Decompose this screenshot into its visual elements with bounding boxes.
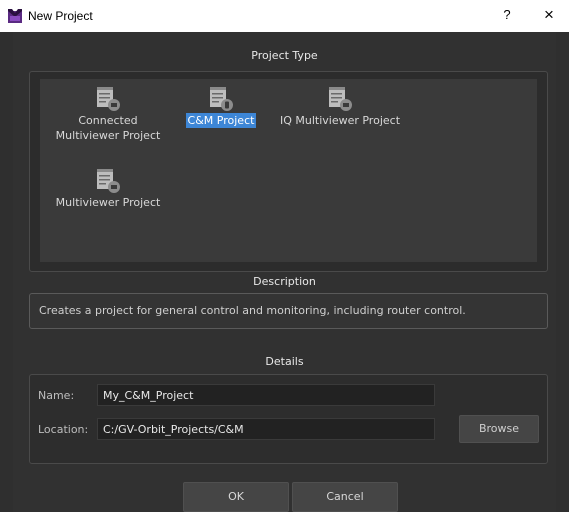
close-button[interactable]: × bbox=[540, 5, 558, 25]
project-type-item-connected-multiviewer[interactable]: Connected Multiviewer Project bbox=[48, 83, 168, 143]
name-input[interactable] bbox=[97, 384, 435, 406]
project-type-item-cm[interactable]: C&M Project bbox=[178, 83, 264, 128]
connected-multiviewer-project-icon bbox=[97, 87, 120, 111]
details-frame: Name: Location: Browse bbox=[29, 374, 548, 464]
project-type-label: IQ Multiviewer Project bbox=[279, 114, 401, 127]
project-type-item-multiviewer[interactable]: Multiviewer Project bbox=[48, 165, 168, 210]
multiviewer-project-icon bbox=[97, 169, 120, 193]
help-button[interactable]: ? bbox=[500, 7, 514, 25]
name-label: Name: bbox=[38, 389, 75, 402]
description-box: Creates a project for general control an… bbox=[29, 293, 548, 329]
project-type-label: C&M Project bbox=[185, 113, 257, 128]
title-bar: New Project ? × bbox=[0, 0, 569, 32]
new-project-dialog: Project Type Connected Multiviewer Proje… bbox=[13, 32, 556, 512]
location-label: Location: bbox=[38, 423, 89, 436]
iq-multiviewer-project-icon bbox=[329, 87, 352, 111]
project-type-label: Connected bbox=[78, 114, 138, 127]
browse-button[interactable]: Browse bbox=[459, 415, 539, 443]
project-type-label: Multiviewer Project bbox=[55, 196, 161, 209]
project-type-list: Connected Multiviewer Project C&M Projec… bbox=[40, 79, 537, 262]
project-type-label: Multiviewer Project bbox=[55, 129, 161, 142]
description-text: Creates a project for general control an… bbox=[39, 304, 466, 317]
window-title: New Project bbox=[28, 9, 93, 23]
cancel-button[interactable]: Cancel bbox=[292, 482, 398, 512]
project-type-frame: Connected Multiviewer Project C&M Projec… bbox=[29, 71, 548, 272]
gv-orbit-app-icon bbox=[8, 9, 22, 23]
location-input[interactable] bbox=[97, 418, 435, 440]
cm-project-icon bbox=[210, 87, 233, 111]
project-type-item-iq-multiviewer[interactable]: IQ Multiviewer Project bbox=[270, 83, 410, 128]
details-heading: Details bbox=[265, 355, 304, 368]
ok-button[interactable]: OK bbox=[183, 482, 289, 512]
project-type-heading: Project Type bbox=[251, 49, 318, 62]
description-heading: Description bbox=[253, 275, 316, 288]
